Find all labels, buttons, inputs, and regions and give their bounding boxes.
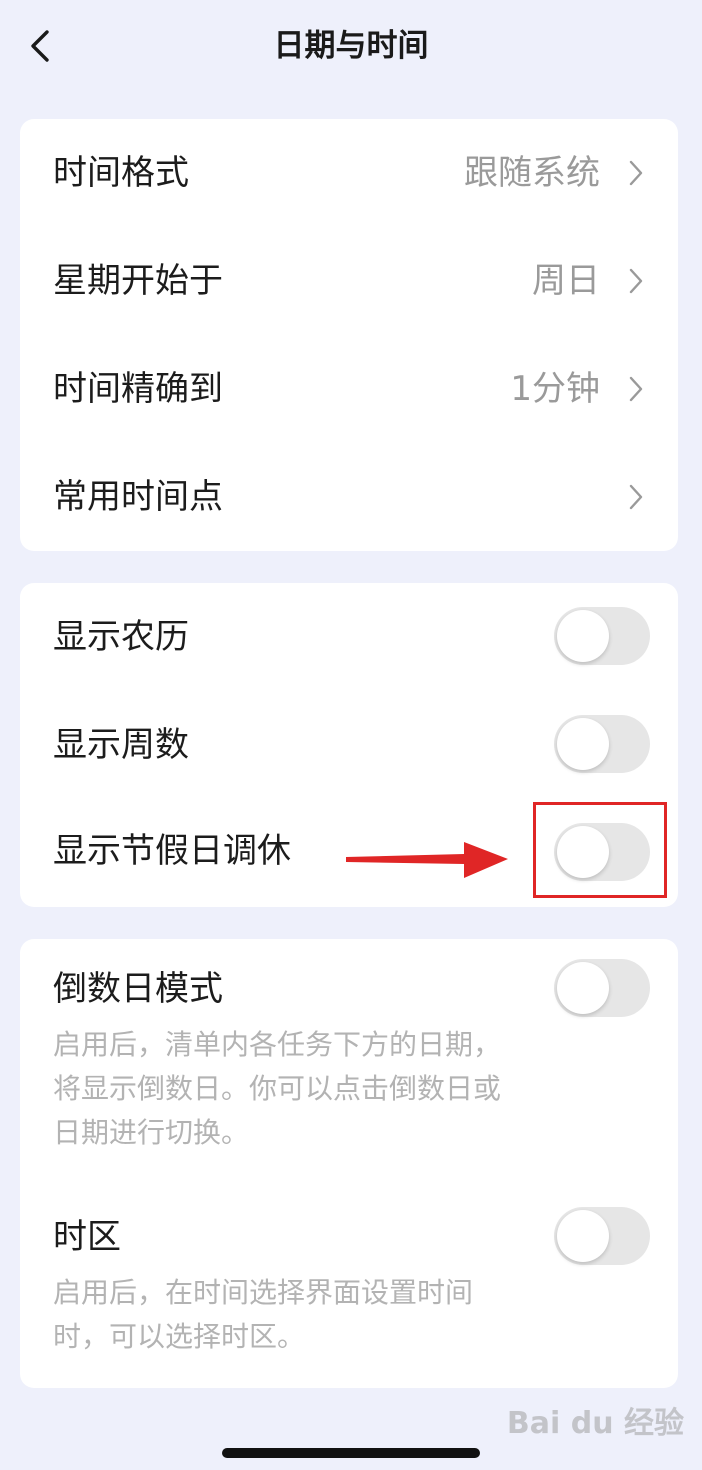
- countdown-mode-row: 倒数日模式 启用后，清单内各任务下方的日期，将显示倒数日。你可以点击倒数日或日期…: [20, 939, 678, 1179]
- time-precision-value: 1分钟: [510, 369, 600, 409]
- chevron-right-icon: [629, 376, 643, 402]
- chevron-right-icon: [629, 484, 643, 510]
- page-title: 日期与时间: [273, 28, 429, 64]
- common-times-label: 常用时间点: [53, 477, 223, 517]
- week-start-row[interactable]: 星期开始于 周日: [20, 227, 678, 335]
- timezone-row: 时区 启用后，在时间选择界面设置时间时，可以选择时区。: [20, 1187, 678, 1387]
- week-number-toggle[interactable]: [554, 715, 650, 773]
- toggle-knob: [557, 962, 609, 1014]
- advanced-settings-card: 倒数日模式 启用后，清单内各任务下方的日期，将显示倒数日。你可以点击倒数日或日期…: [20, 939, 678, 1388]
- week-number-row: 显示周数: [20, 691, 678, 799]
- annotation-arrow-icon: [346, 842, 508, 878]
- time-precision-row[interactable]: 时间精确到 1分钟: [20, 335, 678, 443]
- timezone-toggle[interactable]: [554, 1207, 650, 1265]
- toggle-knob: [557, 610, 609, 662]
- common-times-row[interactable]: 常用时间点: [20, 443, 678, 551]
- home-indicator: [222, 1448, 480, 1458]
- countdown-mode-label: 倒数日模式: [53, 969, 223, 1009]
- lunar-calendar-row: 显示农历: [20, 583, 678, 691]
- countdown-mode-description: 启用后，清单内各任务下方的日期，将显示倒数日。你可以点击倒数日或日期进行切换。: [53, 1028, 502, 1149]
- chevron-right-icon: [629, 160, 643, 186]
- toggle-knob: [557, 1210, 609, 1262]
- countdown-mode-toggle[interactable]: [554, 959, 650, 1017]
- holiday-adjustment-label: 显示节假日调休: [53, 831, 291, 871]
- timezone-description: 启用后，在时间选择界面设置时间时，可以选择时区。: [53, 1276, 474, 1353]
- time-format-label: 时间格式: [53, 153, 189, 193]
- general-settings-card: 时间格式 跟随系统 星期开始于 周日 时间精确到 1分钟 常用时间点: [20, 119, 678, 551]
- week-number-label: 显示周数: [53, 725, 189, 765]
- header: 日期与时间: [0, 0, 702, 95]
- lunar-calendar-toggle[interactable]: [554, 607, 650, 665]
- chevron-right-icon: [629, 268, 643, 294]
- watermark: Bai du 经验: [506, 1406, 684, 1441]
- time-precision-label: 时间精确到: [53, 369, 223, 409]
- week-start-value: 周日: [532, 261, 600, 301]
- time-format-value: 跟随系统: [464, 153, 600, 193]
- timezone-label: 时区: [53, 1217, 121, 1257]
- lunar-calendar-label: 显示农历: [53, 617, 189, 657]
- annotation-highlight-box: [533, 802, 667, 898]
- time-format-row[interactable]: 时间格式 跟随系统: [20, 119, 678, 227]
- week-start-label: 星期开始于: [53, 261, 223, 301]
- toggle-knob: [557, 718, 609, 770]
